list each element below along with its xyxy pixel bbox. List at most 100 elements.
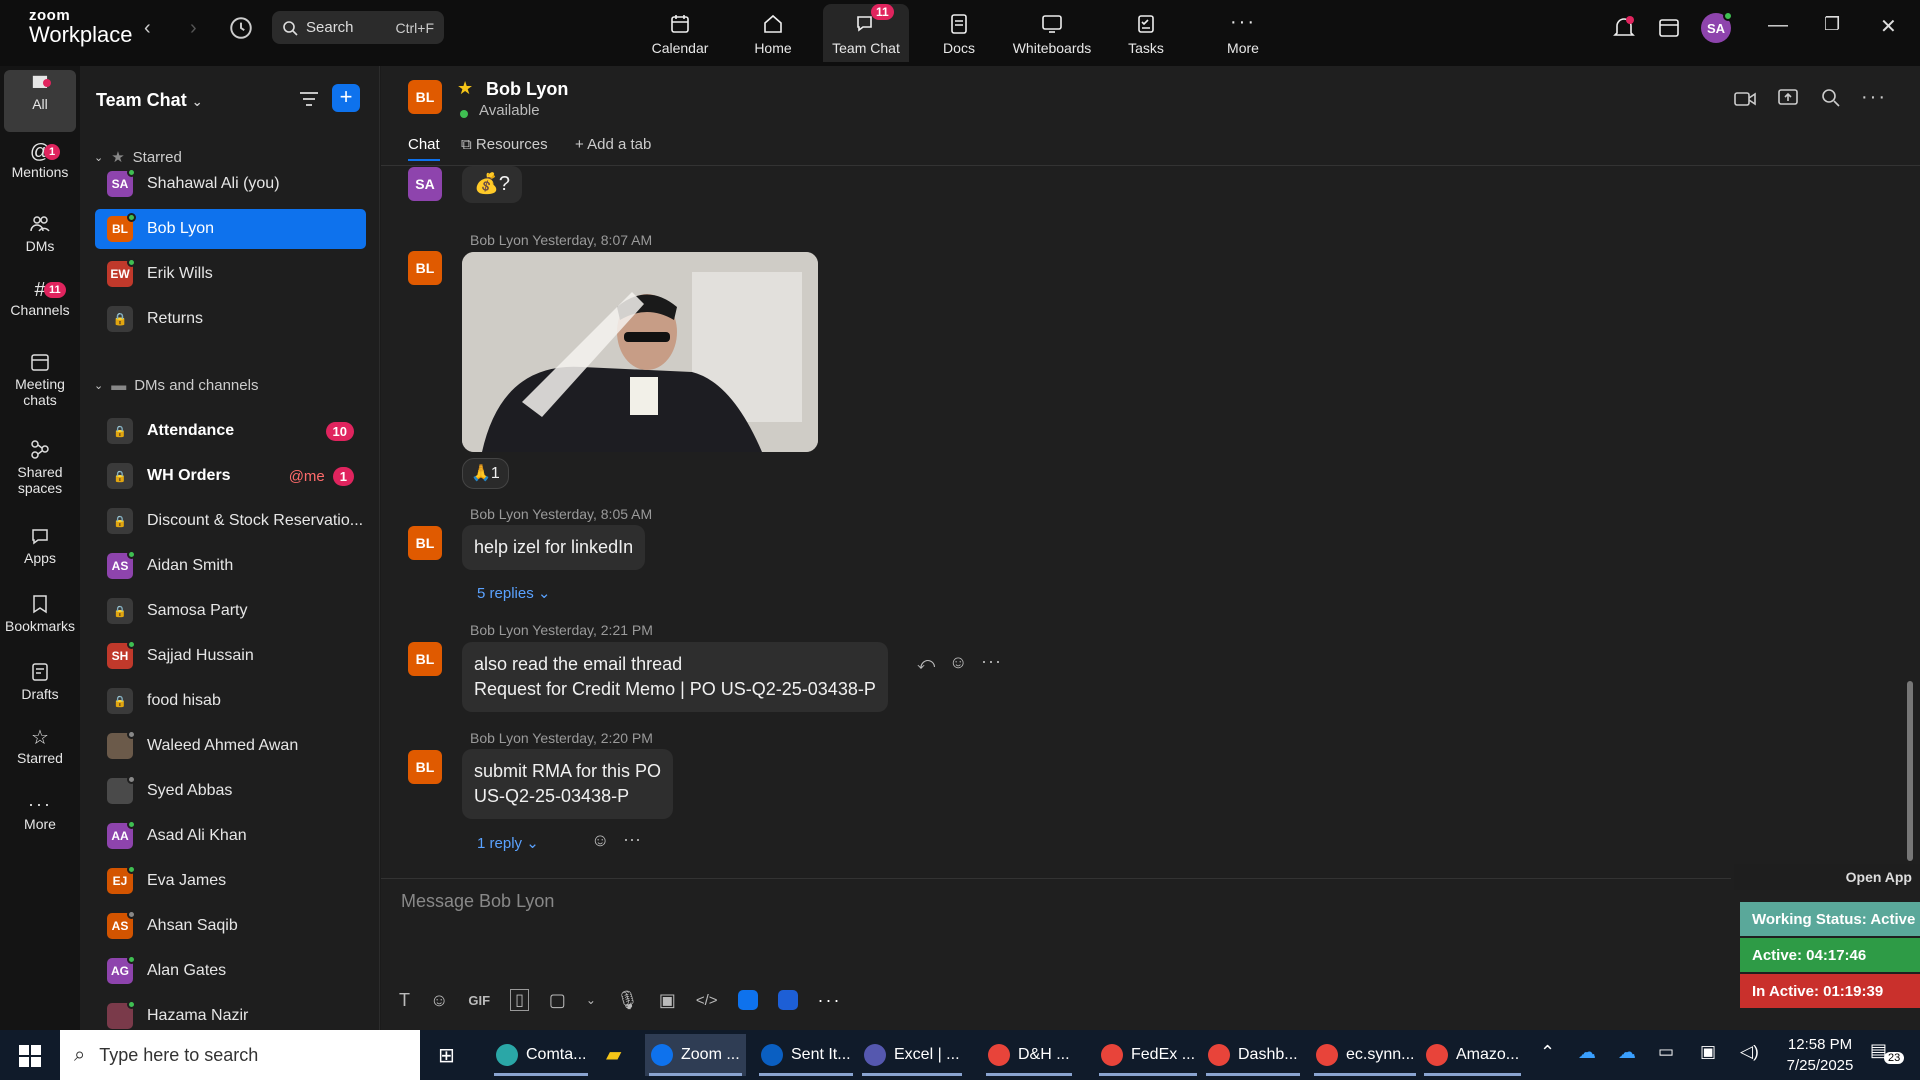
sidebar-item-samosa-party[interactable]: 🔒 Samosa Party xyxy=(95,591,366,631)
more-options-icon[interactable]: ··· xyxy=(981,651,1002,672)
replies-link[interactable]: 5 replies ⌄ xyxy=(477,584,550,602)
clock[interactable]: 12:58 PM 7/25/2025 xyxy=(1780,1034,1860,1076)
rail-meeting-chats[interactable]: Meeting chats xyxy=(4,352,76,408)
screenshot-icon[interactable]: ▢ xyxy=(549,990,566,1011)
sender-avatar[interactable]: BL xyxy=(408,251,442,285)
history-icon[interactable] xyxy=(228,15,254,41)
sidebar-item-alan-gates[interactable]: AG Alan Gates xyxy=(95,951,366,991)
minimize-icon[interactable]: — xyxy=(1768,14,1788,37)
rail-starred[interactable]: ☆ Starred xyxy=(4,728,76,766)
taskbar-app[interactable]: Amazo... xyxy=(1420,1034,1525,1076)
filter-icon[interactable] xyxy=(298,90,320,108)
sidebar-item-bob-lyon[interactable]: BL Bob Lyon xyxy=(95,209,366,249)
taskbar-app[interactable]: Zoom ... xyxy=(645,1034,746,1076)
message-input[interactable]: Message Bob Lyon xyxy=(401,891,554,912)
microphone-icon[interactable]: 🎙 xyxy=(616,990,639,1011)
close-icon[interactable]: ✕ xyxy=(1880,14,1897,39)
chat-app-icon[interactable] xyxy=(777,990,798,1010)
message-bubble[interactable]: help izel for linkedIn xyxy=(462,525,646,570)
sidebar-item-aidan-smith[interactable]: AS Aidan Smith xyxy=(95,546,366,586)
sidebar-item-ahsan-saqib[interactable]: AS Ahsan Saqib xyxy=(95,906,366,946)
nav-whiteboards[interactable]: Whiteboards xyxy=(1008,4,1096,62)
emoji-react-icon[interactable]: ☺ xyxy=(591,830,609,851)
file-explorer-icon[interactable]: ▰ xyxy=(606,1042,621,1067)
battery-icon[interactable]: ▭ xyxy=(1658,1042,1674,1062)
chevron-up-icon[interactable]: ⌃ xyxy=(1540,1042,1555,1063)
nav-more[interactable]: ··· More xyxy=(1200,4,1286,62)
sidebar-item-erik-wills[interactable]: EW Erik Wills xyxy=(95,254,366,294)
rail-dms[interactable]: DMs xyxy=(4,214,76,254)
sidebar-item-attendance[interactable]: 🔒 Attendance 10 xyxy=(95,411,366,451)
onedrive-icon[interactable]: ☁ xyxy=(1618,1042,1636,1063)
sidebar-item-wh-orders[interactable]: 🔒 WH Orders @me 1 xyxy=(95,456,366,496)
sidebar-item-discount-stock-reservatio[interactable]: 🔒 Discount & Stock Reservatio... xyxy=(95,501,366,541)
contact-avatar[interactable]: BL xyxy=(408,80,442,114)
user-avatar[interactable]: SA xyxy=(1701,11,1733,43)
open-app-button[interactable]: Open App xyxy=(1734,864,1920,890)
nav-docs[interactable]: Docs xyxy=(916,4,1002,62)
more-icon[interactable]: ··· xyxy=(818,990,842,1011)
emoji-icon[interactable]: ☺ xyxy=(430,990,448,1011)
sender-avatar[interactable]: SA xyxy=(408,167,442,201)
sidebar-item-eva-james[interactable]: EJ Eva James xyxy=(95,861,366,901)
sender-avatar[interactable]: BL xyxy=(408,750,442,784)
chevron-down-icon[interactable]: ⌄ xyxy=(586,993,596,1007)
taskbar-app[interactable]: Excel | ... xyxy=(858,1034,966,1076)
rail-bookmarks[interactable]: Bookmarks xyxy=(4,594,76,634)
code-icon[interactable]: </> xyxy=(696,992,718,1009)
reply-icon[interactable]: ⤺ xyxy=(917,654,935,674)
video-message-icon[interactable]: ▣ xyxy=(659,990,676,1011)
rail-mentions[interactable]: @ 1 Mentions xyxy=(4,142,76,180)
add-tab-button[interactable]: + Add a tab xyxy=(575,136,651,153)
network-icon[interactable]: ▣ xyxy=(1700,1042,1716,1062)
scrollbar-thumb[interactable] xyxy=(1907,681,1913,861)
sender-avatar[interactable]: BL xyxy=(408,526,442,560)
contact-name[interactable]: Bob Lyon xyxy=(486,79,568,100)
new-chat-button[interactable]: + xyxy=(332,84,360,112)
task-view-icon[interactable]: ⊞ xyxy=(438,1043,455,1068)
sidebar-item-food-hisab[interactable]: 🔒 food hisab xyxy=(95,681,366,721)
sidebar-item-syed-abbas[interactable]: Syed Abbas xyxy=(95,771,366,811)
dms-section-header[interactable]: ⌄ ▬ DMs and channels xyxy=(94,377,258,394)
taskbar-app[interactable]: Sent It... xyxy=(755,1034,857,1076)
volume-icon[interactable]: ◁) xyxy=(1740,1042,1759,1062)
video-icon[interactable] xyxy=(1733,90,1757,108)
restore-icon[interactable]: ❐ xyxy=(1824,14,1840,35)
calendar-status-icon[interactable] xyxy=(1658,17,1680,39)
taskbar-app[interactable]: Dashb... xyxy=(1202,1034,1304,1076)
nav-calendar[interactable]: Calendar xyxy=(637,4,723,62)
reaction-pill[interactable]: 🙏1 xyxy=(462,458,509,489)
back-arrow-icon[interactable]: ‹ xyxy=(144,17,151,40)
nav-team-chat[interactable]: 11 Team Chat xyxy=(823,4,909,62)
onedrive-icon[interactable]: ☁ xyxy=(1578,1042,1596,1063)
rail-channels[interactable]: # 11 Channels xyxy=(4,280,76,318)
message-bubble[interactable]: submit RMA for this PO US-Q2-25-03438-P xyxy=(462,749,674,819)
forward-arrow-icon[interactable]: › xyxy=(190,17,197,40)
sender-avatar[interactable]: BL xyxy=(408,642,442,676)
bell-icon[interactable] xyxy=(1613,16,1635,40)
tab-chat[interactable]: Chat xyxy=(408,136,440,161)
taskbar-search[interactable]: ⌕ Type here to search xyxy=(60,1030,420,1080)
emoji-react-icon[interactable]: ☺ xyxy=(949,652,967,673)
taskbar-app[interactable]: D&H ... xyxy=(982,1034,1076,1076)
rail-apps[interactable]: Apps xyxy=(4,526,76,566)
sidebar-item-sajjad-hussain[interactable]: SH Sajjad Hussain xyxy=(95,636,366,676)
rail-shared-spaces[interactable]: Shared spaces xyxy=(4,438,76,496)
sidebar-title[interactable]: Team Chat ⌄ xyxy=(96,90,203,111)
nav-home[interactable]: Home xyxy=(730,4,816,62)
sidebar-item-waleed-ahmed-awan[interactable]: Waleed Ahmed Awan xyxy=(95,726,366,766)
rail-more[interactable]: ··· More xyxy=(4,795,76,832)
zoom-app-icon[interactable] xyxy=(737,990,758,1010)
rail-all[interactable]: ▀ All xyxy=(4,70,76,132)
sidebar-item-asad-ali-khan[interactable]: AA Asad Ali Khan xyxy=(95,816,366,856)
notification-center-icon[interactable]: ▤ 23 xyxy=(1870,1040,1905,1064)
message-bubble[interactable]: 💰? xyxy=(462,166,523,203)
replies-link[interactable]: 1 reply ⌄ xyxy=(477,834,539,852)
file-icon[interactable]: ▯ xyxy=(510,989,529,1011)
more-options-icon[interactable]: ··· xyxy=(1861,86,1887,109)
sidebar-item-shahawal-ali-you-[interactable]: SA Shahawal Ali (you) xyxy=(95,164,366,204)
more-options-icon[interactable]: ··· xyxy=(623,829,641,850)
tab-resources[interactable]: ⧉ Resources xyxy=(461,136,548,153)
message-bubble[interactable]: also read the email thread Request for Cr… xyxy=(462,642,888,712)
taskbar-app[interactable]: ec.synn... xyxy=(1310,1034,1420,1076)
